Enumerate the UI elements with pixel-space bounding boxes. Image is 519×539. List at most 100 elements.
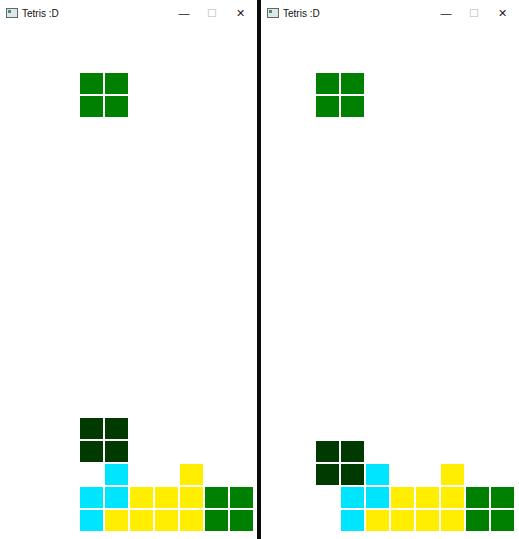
board-cell	[365, 486, 390, 509]
board-cell	[54, 440, 79, 463]
board-cell	[265, 325, 290, 348]
board-row	[265, 233, 515, 256]
board-cell	[229, 26, 254, 49]
board-cell	[365, 118, 390, 141]
window-control-button[interactable]: ☐	[199, 4, 225, 22]
board-cell	[129, 348, 154, 371]
board-cell	[290, 141, 315, 164]
board-row	[4, 486, 254, 509]
board-cell	[204, 394, 229, 417]
window-control-button[interactable]: ✕	[227, 4, 253, 22]
board-cell	[154, 440, 179, 463]
board-cell	[415, 256, 440, 279]
board-cell	[104, 394, 129, 417]
board-cell	[365, 26, 390, 49]
board-cell	[390, 325, 415, 348]
board-cell	[265, 49, 290, 72]
board-cell	[129, 26, 154, 49]
board-cell	[4, 325, 29, 348]
window-control-button[interactable]: ☐	[461, 4, 487, 22]
board-cell	[229, 486, 254, 509]
board-cell	[265, 187, 290, 210]
board-cell	[390, 279, 415, 302]
board-cell	[54, 417, 79, 440]
board-row	[4, 509, 254, 532]
board-cell	[179, 95, 204, 118]
board-cell	[390, 256, 415, 279]
board-cell	[154, 509, 179, 532]
board-cell	[315, 348, 340, 371]
board-cell	[179, 210, 204, 233]
board-row	[4, 118, 254, 141]
board-cell	[415, 417, 440, 440]
board-row	[4, 325, 254, 348]
board-cell	[390, 118, 415, 141]
window-title: Tetris :D	[22, 8, 59, 19]
board-cell	[315, 256, 340, 279]
window-control-button[interactable]: ✕	[489, 4, 515, 22]
board-cell	[129, 118, 154, 141]
board-cell	[465, 72, 490, 95]
board-cell	[204, 325, 229, 348]
board-cell	[365, 49, 390, 72]
board-cell	[179, 256, 204, 279]
board-cell	[204, 187, 229, 210]
board-cell	[440, 302, 465, 325]
board-cell	[229, 210, 254, 233]
board-cell	[340, 417, 365, 440]
board-cell	[315, 486, 340, 509]
board-cell	[490, 256, 515, 279]
board-cell	[415, 26, 440, 49]
board-cell	[265, 302, 290, 325]
board-cell	[79, 463, 104, 486]
board-cell	[4, 509, 29, 532]
board-cell	[29, 49, 54, 72]
board-row	[4, 210, 254, 233]
board-cell	[29, 302, 54, 325]
board-cell	[365, 141, 390, 164]
window-control-button[interactable]: —	[171, 4, 197, 22]
board-cell	[29, 210, 54, 233]
board-cell	[465, 463, 490, 486]
board-cell	[79, 302, 104, 325]
board-cell	[204, 486, 229, 509]
board-cell	[390, 417, 415, 440]
board-cell	[104, 509, 129, 532]
board-cell	[29, 371, 54, 394]
board-cell	[390, 210, 415, 233]
board-cell	[204, 72, 229, 95]
board-row	[265, 348, 515, 371]
board-cell	[29, 348, 54, 371]
board-cell	[415, 118, 440, 141]
board-cell	[54, 486, 79, 509]
board-cell	[229, 279, 254, 302]
app-window: Tetris :D —☐✕	[0, 0, 257, 539]
board-row	[265, 95, 515, 118]
board-cell	[54, 141, 79, 164]
title-bar[interactable]: Tetris :D—☐✕	[261, 0, 519, 26]
board-cell	[440, 141, 465, 164]
window-control-button[interactable]: —	[433, 4, 459, 22]
board-cell	[340, 210, 365, 233]
board-row	[4, 26, 254, 49]
board-cell	[229, 49, 254, 72]
board-cell	[365, 440, 390, 463]
board-cell	[179, 509, 204, 532]
board-cell	[340, 463, 365, 486]
board-cell	[365, 371, 390, 394]
board-cell	[440, 256, 465, 279]
board-cell	[440, 509, 465, 532]
title-bar[interactable]: Tetris :D —☐✕	[0, 0, 257, 26]
board-row	[4, 141, 254, 164]
board-row	[265, 486, 515, 509]
board-cell	[490, 348, 515, 371]
board-cell	[229, 256, 254, 279]
board-cell	[465, 279, 490, 302]
board-cell	[390, 440, 415, 463]
board-cell	[129, 164, 154, 187]
board-cell	[79, 187, 104, 210]
board-cell	[204, 233, 229, 256]
board-row	[265, 394, 515, 417]
board-cell	[415, 325, 440, 348]
board-cell	[179, 141, 204, 164]
